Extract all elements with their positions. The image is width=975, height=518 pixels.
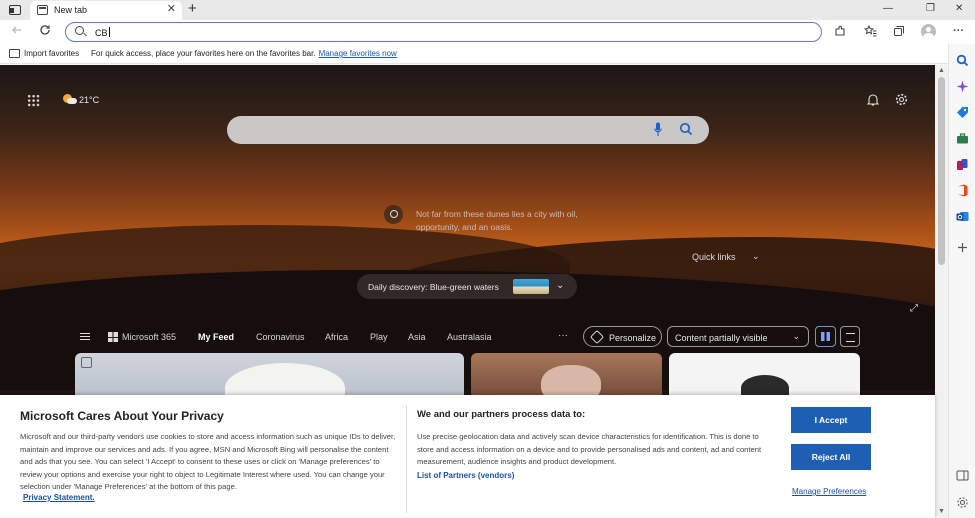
restore-button[interactable]: ❐ [926, 3, 935, 14]
microsoft-logo-icon [108, 332, 118, 342]
browser-window: New tab ✕ + — ❐ ✕ CB ··· Import favorite… [0, 0, 975, 518]
privacy-title: Microsoft Cares About Your Privacy [20, 409, 224, 423]
web-search-box[interactable] [227, 116, 709, 144]
address-value: CB [95, 28, 108, 38]
tab-close-button[interactable]: ✕ [167, 4, 176, 15]
tab-title: New tab [54, 5, 88, 15]
feed-nav-play[interactable]: Play [370, 332, 388, 342]
daily-discovery-pill[interactable]: Daily discovery: Blue-green waters ⌄ [357, 274, 577, 299]
personalize-icon [589, 329, 605, 345]
personalize-button[interactable]: Personalize [583, 326, 662, 347]
favorites-bar: Import favorites For quick access, place… [0, 44, 948, 64]
refresh-button[interactable] [39, 24, 51, 39]
back-button[interactable] [11, 24, 23, 39]
reject-all-button[interactable]: Reject All [791, 444, 871, 470]
content-visibility-value: Content partially visible [675, 333, 768, 343]
close-window-button[interactable]: ✕ [955, 3, 963, 14]
minimize-button[interactable]: — [883, 3, 893, 14]
refresh-icon [40, 25, 50, 35]
feed-nav-asia[interactable]: Asia [408, 332, 426, 342]
privacy-body: Microsoft and our third-party vendors us… [20, 432, 396, 491]
more-menu-button[interactable]: ··· [952, 25, 965, 38]
partners-body: Use precise geolocation data and activel… [417, 432, 762, 466]
games-icon[interactable] [956, 158, 969, 171]
address-bar[interactable]: CB [65, 22, 822, 42]
add-icon[interactable] [956, 241, 969, 254]
scroll-down-arrow-icon[interactable]: ▼ [938, 508, 945, 515]
feed-nav-microsoft365[interactable]: Microsoft 365 [122, 332, 176, 342]
profile-avatar[interactable] [921, 24, 936, 39]
back-arrow-icon [12, 26, 21, 34]
sidebar-panel-icon[interactable] [956, 469, 969, 482]
favorites-hint-text: For quick access, place your favorites h… [91, 49, 316, 58]
tab-new-tab[interactable]: New tab ✕ [30, 1, 182, 20]
office-icon[interactable] [956, 184, 969, 197]
feed-nav-my-feed[interactable]: My Feed [198, 332, 234, 342]
feed-nav-australasia[interactable]: Australasia [447, 332, 492, 342]
sidebar-settings-icon[interactable] [956, 496, 969, 509]
shopping-tag-icon[interactable] [956, 106, 969, 119]
quick-links-toggle[interactable]: Quick links [692, 252, 736, 262]
import-favorites-button[interactable]: Import favorites [24, 49, 79, 58]
new-tab-page-icon [37, 5, 48, 15]
chevron-down-icon[interactable]: ⌄ [752, 251, 760, 262]
card-badge-icon [81, 357, 92, 368]
search-submit-icon[interactable] [679, 122, 693, 136]
collections-icon[interactable] [892, 25, 905, 38]
chevron-down-icon: ⌄ [556, 280, 565, 291]
search-icon[interactable] [956, 54, 969, 67]
accept-button[interactable]: I Accept [791, 407, 871, 433]
scroll-thumb[interactable] [938, 77, 945, 265]
copilot-sparkle-icon[interactable] [956, 80, 969, 93]
workspaces-icon[interactable] [9, 5, 21, 15]
background-caption[interactable]: Not far from these dunes lies a city wit… [416, 208, 591, 234]
privacy-consent-banner: Microsoft Cares About Your Privacy Micro… [0, 395, 935, 518]
search-icon [75, 26, 84, 35]
page-settings-gear-icon[interactable] [895, 93, 908, 106]
feed-nav-africa[interactable]: Africa [325, 332, 348, 342]
favorites-icon[interactable] [863, 24, 877, 38]
microphone-icon[interactable] [654, 122, 662, 137]
hamburger-menu-icon[interactable] [80, 333, 90, 340]
weather-icon[interactable] [63, 94, 77, 105]
scroll-up-arrow-icon[interactable]: ▲ [938, 67, 945, 74]
favorites-hint: For quick access, place your favorites h… [91, 49, 397, 58]
import-favorites-icon[interactable] [9, 49, 20, 58]
daily-discovery-thumbnail [513, 279, 549, 294]
daily-discovery-label: Daily discovery: Blue-green waters [368, 282, 499, 292]
feed-nav-more-button[interactable]: ··· [558, 330, 568, 341]
privacy-statement-link[interactable]: Privacy Statement. [23, 493, 95, 502]
tools-briefcase-icon[interactable] [956, 132, 969, 145]
partners-title: We and our partners process data to: [417, 409, 586, 420]
extensions-icon[interactable] [833, 25, 846, 38]
list-of-partners-link[interactable]: List of Partners (vendors) [417, 471, 514, 480]
manage-preferences-link[interactable]: Manage Preferences [792, 487, 866, 496]
new-tab-button[interactable]: + [188, 1, 197, 17]
feed-nav-coronavirus[interactable]: Coronavirus [256, 332, 305, 342]
weather-temperature[interactable]: 21°C [79, 95, 99, 105]
manage-favorites-link[interactable]: Manage favorites now [319, 49, 397, 58]
app-launcher-icon[interactable] [27, 94, 40, 107]
expand-fullscreen-icon[interactable]: ⤢ [910, 303, 918, 314]
page-scrollbar[interactable]: ▲ ▼ [935, 65, 948, 518]
address-input[interactable]: CB [95, 27, 110, 38]
grid-view-icon[interactable] [815, 326, 836, 347]
content-visibility-dropdown[interactable]: Content partially visible ⌄ [667, 326, 809, 347]
chevron-down-icon: ⌄ [792, 331, 800, 341]
notifications-bell-icon[interactable] [867, 93, 879, 106]
outlook-icon[interactable] [956, 210, 969, 223]
image-info-search-icon[interactable] [384, 205, 403, 224]
navigation-bar: CB ··· [0, 20, 975, 44]
personalize-label: Personalize [609, 333, 657, 343]
list-view-icon[interactable] [840, 326, 860, 347]
edge-sidebar [948, 44, 975, 518]
tab-strip: New tab ✕ + — ❐ ✕ [0, 0, 975, 20]
divider [406, 405, 407, 513]
text-caret [108, 27, 110, 37]
feed-navigation: Microsoft 365 My Feed Coronavirus Africa… [0, 323, 935, 351]
